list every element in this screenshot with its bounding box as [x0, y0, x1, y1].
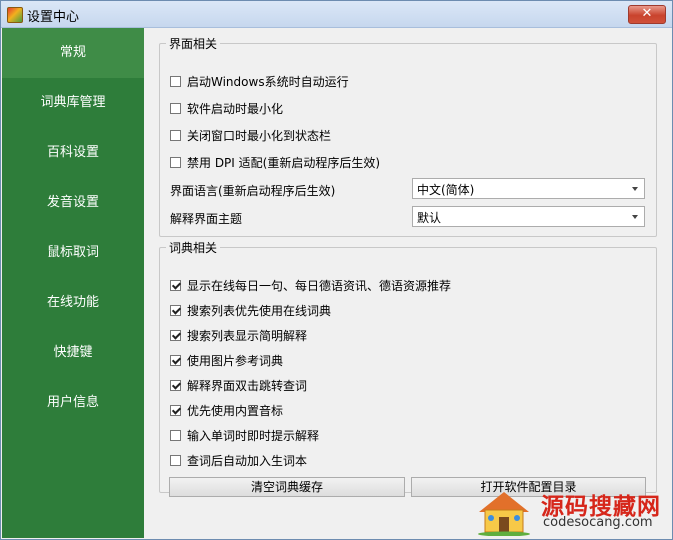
builtin-phonetic-label: 优先使用内置音标 [187, 403, 284, 418]
auto-add-wordbook-checkbox[interactable] [170, 454, 181, 466]
settings-content: 界面相关 启动Windows系统时自动运行 软件启动时最小化 关闭窗口时最小化到… [144, 28, 672, 538]
brief-explanation-label: 搜索列表显示简明解释 [187, 328, 308, 343]
start-minimized-checkbox[interactable] [170, 102, 181, 114]
sidebar-item-encyclopedia[interactable]: 百科设置 [2, 128, 144, 178]
language-label: 界面语言(重新启动程序后生效) [170, 184, 336, 198]
start-minimized-option[interactable]: 软件启动时最小化 [170, 99, 283, 117]
theme-select[interactable]: 默认 [412, 206, 645, 227]
dictionary-settings-group: 词典相关 显示在线每日一句、每日德语资讯、德语资源推荐 搜索列表优先使用在线词典… [159, 239, 657, 497]
builtin-phonetic-option[interactable]: 优先使用内置音标 [170, 401, 283, 419]
dictionary-group-legend: 词典相关 [169, 241, 218, 255]
sidebar-item-shortcuts[interactable]: 快捷键 [2, 328, 144, 378]
autostart-option[interactable]: 启动Windows系统时自动运行 [170, 72, 349, 90]
autostart-label: 启动Windows系统时自动运行 [187, 74, 349, 89]
disable-dpi-label: 禁用 DPI 适配(重新启动程序后生效) [187, 155, 381, 170]
autostart-checkbox[interactable] [170, 75, 181, 87]
clear-cache-button[interactable]: 清空词典缓存 [169, 477, 405, 497]
ui-group-legend: 界面相关 [169, 37, 218, 51]
disable-dpi-option[interactable]: 禁用 DPI 适配(重新启动程序后生效) [170, 153, 380, 171]
daily-sentence-option[interactable]: 显示在线每日一句、每日德语资讯、德语资源推荐 [170, 276, 451, 294]
sidebar-item-online[interactable]: 在线功能 [2, 278, 144, 328]
theme-value: 默认 [417, 211, 442, 225]
minimize-to-tray-option[interactable]: 关闭窗口时最小化到状态栏 [170, 126, 331, 144]
online-dict-first-label: 搜索列表优先使用在线词典 [187, 303, 332, 318]
chevron-down-icon [632, 187, 638, 191]
brief-explanation-option[interactable]: 搜索列表显示简明解释 [170, 326, 307, 344]
daily-sentence-label: 显示在线每日一句、每日德语资讯、德语资源推荐 [187, 278, 452, 293]
daily-sentence-checkbox[interactable] [170, 279, 181, 291]
picture-dict-option[interactable]: 使用图片参考词典 [170, 351, 283, 369]
online-dict-first-checkbox[interactable] [170, 304, 181, 316]
double-click-lookup-checkbox[interactable] [170, 379, 181, 391]
watermark-house-logo [478, 492, 530, 536]
instant-hint-option[interactable]: 输入单词时即时提示解释 [170, 426, 319, 444]
window-title: 设置中心 [27, 10, 80, 25]
close-button[interactable]: ✕ [628, 5, 666, 24]
sidebar-item-user-info[interactable]: 用户信息 [2, 378, 144, 428]
instant-hint-label: 输入单词时即时提示解释 [187, 428, 320, 443]
start-minimized-label: 软件启动时最小化 [187, 101, 284, 116]
double-click-lookup-label: 解释界面双击跳转查词 [187, 378, 308, 393]
picture-dict-checkbox[interactable] [170, 354, 181, 366]
builtin-phonetic-checkbox[interactable] [170, 404, 181, 416]
brief-explanation-checkbox[interactable] [170, 329, 181, 341]
watermark: 源码搜藏网 codesocang.com [471, 484, 671, 539]
sidebar-item-pronunciation[interactable]: 发音设置 [2, 178, 144, 228]
double-click-lookup-option[interactable]: 解释界面双击跳转查词 [170, 376, 307, 394]
sidebar-item-general[interactable]: 常规 [2, 28, 144, 78]
disable-dpi-checkbox[interactable] [170, 156, 181, 168]
theme-label: 解释界面主题 [170, 212, 243, 226]
language-select[interactable]: 中文(简体) [412, 178, 645, 199]
chevron-down-icon [632, 215, 638, 219]
ui-settings-group: 界面相关 启动Windows系统时自动运行 软件启动时最小化 关闭窗口时最小化到… [159, 35, 657, 237]
picture-dict-label: 使用图片参考词典 [187, 353, 284, 368]
language-value: 中文(简体) [417, 183, 475, 197]
title-bar[interactable]: 设置中心 ✕ [1, 1, 672, 28]
minimize-to-tray-label: 关闭窗口时最小化到状态栏 [187, 128, 332, 143]
watermark-url: codesocang.com [543, 515, 653, 530]
sidebar: 常规 词典库管理 百科设置 发音设置 鼠标取词 在线功能 快捷键 用户信息 [2, 28, 144, 538]
online-dict-first-option[interactable]: 搜索列表优先使用在线词典 [170, 301, 331, 319]
auto-add-wordbook-option[interactable]: 查词后自动加入生词本 [170, 451, 307, 469]
app-icon [7, 7, 23, 23]
minimize-to-tray-checkbox[interactable] [170, 129, 181, 141]
auto-add-wordbook-label: 查词后自动加入生词本 [187, 453, 308, 468]
sidebar-item-mouse-lookup[interactable]: 鼠标取词 [2, 228, 144, 278]
settings-window: 设置中心 ✕ 常规 词典库管理 百科设置 发音设置 鼠标取词 在线功能 快捷键 … [0, 0, 673, 540]
sidebar-item-dictionary-library[interactable]: 词典库管理 [2, 78, 144, 128]
close-icon: ✕ [641, 6, 653, 21]
instant-hint-checkbox[interactable] [170, 429, 181, 441]
